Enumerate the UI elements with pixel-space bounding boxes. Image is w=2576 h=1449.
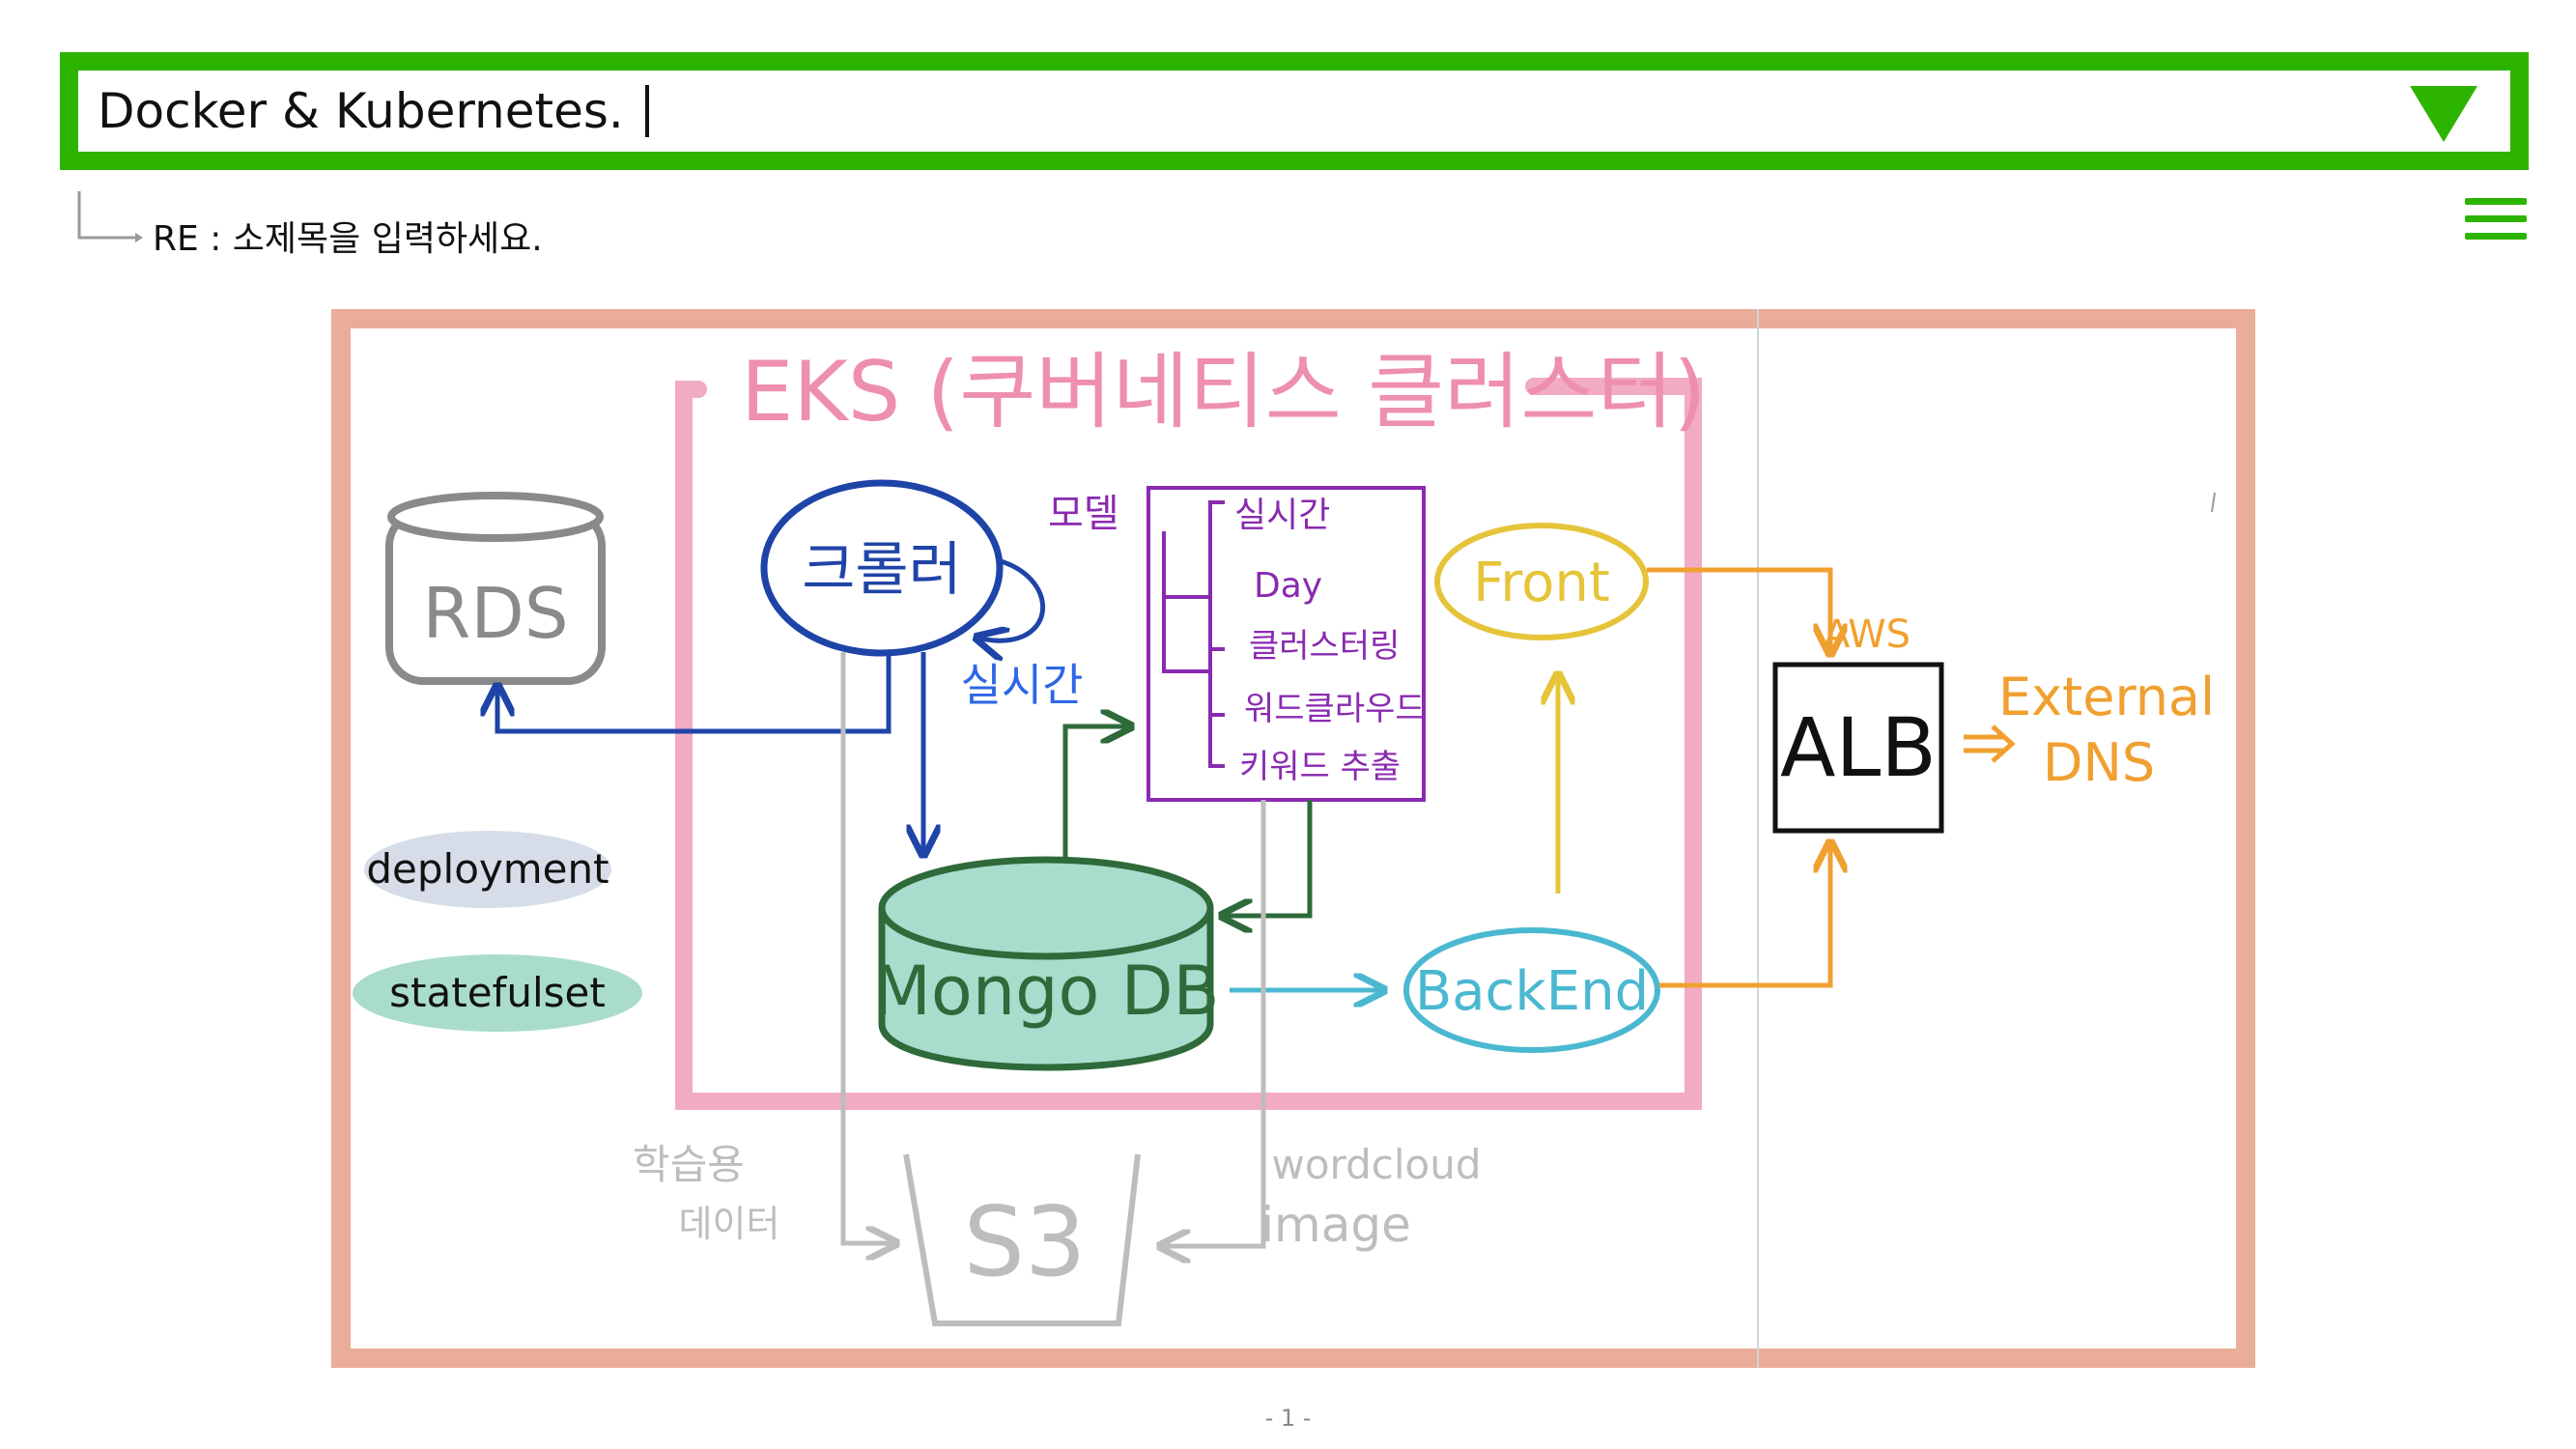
legend-statefulset: statefulset (389, 969, 606, 1016)
front-node: Front (1434, 523, 1649, 640)
title-bar[interactable]: Docker & Kubernetes. (60, 52, 2529, 170)
legend-deployment: deployment (366, 845, 609, 893)
model-item-clustering: 클러스터링 (1249, 627, 1400, 666)
subtitle-text: RE : 소제목을 입력하세요. (153, 219, 543, 259)
crawler-loop-label: 실시간 (961, 659, 1084, 711)
s3-label: S3 (963, 1185, 1086, 1298)
model-item-keyword: 키워드 추출 (1239, 748, 1401, 786)
model-item-day: Day (1254, 566, 1322, 606)
model-label: 모델 (1048, 492, 1119, 536)
aws-label: AWS (1824, 612, 1911, 657)
wordcloud-line2: image (1260, 1197, 1411, 1253)
diagram-canvas: EKS (쿠버네티스 클러스터) RDS 크롤러 실시간 모델 실시간 Day … (331, 309, 2255, 1368)
triangle-down-icon[interactable] (2410, 86, 2477, 142)
front-label: Front (1473, 552, 1610, 614)
backend-node: BackEnd (1403, 927, 1660, 1053)
architecture-diagram: EKS (쿠버네티스 클러스터) RDS 크롤러 실시간 모델 실시간 Day … (331, 309, 2255, 1372)
training-data-line1: 학습용 (633, 1141, 745, 1188)
mongodb-label: Mongo DB (872, 952, 1219, 1031)
wordcloud-line1: wordcloud (1272, 1141, 1482, 1188)
title-text: Docker & Kubernetes. (98, 83, 624, 139)
rds-label: RDS (422, 573, 568, 654)
backend-label: BackEnd (1415, 960, 1649, 1023)
external-dns-line1: External (1998, 667, 2215, 727)
crawler-label: 크롤러 (802, 536, 962, 604)
alb-label: ALB (1780, 700, 1937, 795)
page-number: - 1 - (1264, 1405, 1312, 1432)
text-cursor (644, 84, 649, 137)
eks-title: EKS (쿠버네티스 클러스터) (741, 344, 1706, 440)
model-item-realtime: 실시간 (1234, 496, 1330, 535)
hamburger-menu-icon[interactable] (2465, 198, 2527, 241)
mongodb-node: Mongo DB (872, 856, 1220, 1071)
model-item-wordcloud: 워드클라우드 (1244, 690, 1426, 728)
title-input[interactable]: Docker & Kubernetes. (98, 71, 649, 152)
external-dns-line2: DNS (2043, 732, 2155, 793)
training-data-line2: 데이터 (679, 1203, 780, 1245)
